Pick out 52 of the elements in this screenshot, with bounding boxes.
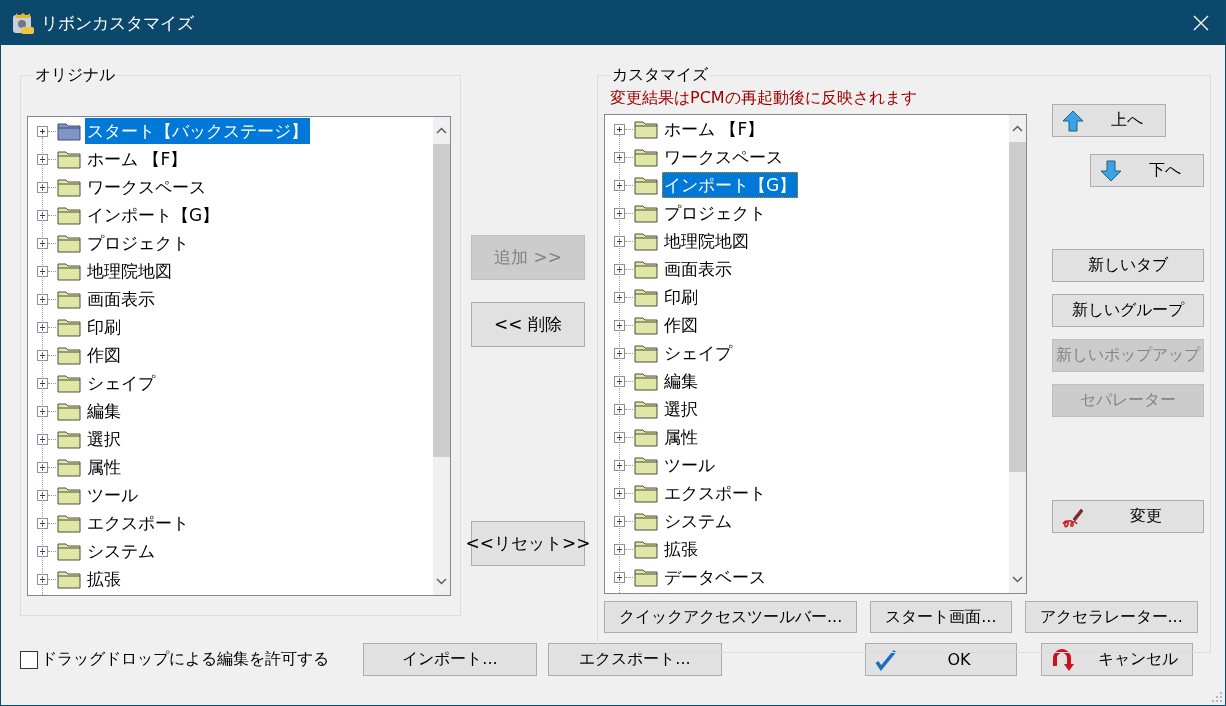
tree-item[interactable]: データベース xyxy=(662,564,768,590)
button[interactable]: スタート画面... xyxy=(870,601,1012,633)
button[interactable]: アクセラレーター... xyxy=(1024,601,1198,633)
tree-item[interactable]: インポート【G】 xyxy=(662,172,799,198)
button[interactable]: 新しいタブ xyxy=(1052,249,1204,282)
button[interactable]: 上へ xyxy=(1052,104,1166,137)
tree-item[interactable]: シェイプ xyxy=(85,370,157,396)
tree-item[interactable]: ワークスペース xyxy=(85,174,208,200)
group-title: カスタマイズ xyxy=(611,65,709,86)
button[interactable]: 下へ xyxy=(1090,154,1204,187)
button[interactable]: OK xyxy=(865,643,1017,676)
tree-item[interactable]: 選択 xyxy=(662,396,700,422)
tree-item[interactable]: スタート【バックステージ】 xyxy=(85,118,310,144)
button[interactable]: 新しいグループ xyxy=(1052,294,1204,327)
tree-item[interactable]: 作図 xyxy=(662,312,700,338)
tree-item[interactable]: ワークスペース xyxy=(662,144,785,170)
window-title: リボンカスタマイズ xyxy=(41,11,195,35)
tree-item[interactable]: エクスポート xyxy=(85,510,191,536)
tree-item[interactable]: 属性 xyxy=(85,454,123,480)
tree-item[interactable]: 属性 xyxy=(662,424,700,450)
tree-item[interactable]: ホーム 【F】 xyxy=(85,146,190,172)
tree-item[interactable]: 印刷 xyxy=(85,314,123,340)
checkbox-label: ドラッグドロップによる編集を許可する xyxy=(41,649,330,670)
button[interactable]: エクスポート... xyxy=(548,643,722,676)
tree-item[interactable]: 編集 xyxy=(662,368,700,394)
tree-item[interactable]: プロジェクト xyxy=(662,200,768,226)
tree-item[interactable]: エクスポート xyxy=(662,480,768,506)
button[interactable]: 変更 xyxy=(1052,500,1204,533)
tree-item[interactable]: 編集 xyxy=(85,398,123,424)
button[interactable]: << 削除 xyxy=(471,302,585,347)
tree-item[interactable]: 拡張 xyxy=(85,566,123,592)
tree-item[interactable]: 画面表示 xyxy=(662,256,734,282)
group-title: オリジナル xyxy=(34,65,116,86)
tree-item[interactable]: システム xyxy=(85,538,157,564)
button[interactable]: クイックアクセスツールバー... xyxy=(604,601,858,633)
tree-item[interactable]: 印刷 xyxy=(662,284,700,310)
button[interactable]: インポート... xyxy=(363,643,537,676)
tree-item[interactable]: 地理院地図 xyxy=(85,258,174,284)
tree-item[interactable]: 作図 xyxy=(85,342,123,368)
tree-item[interactable]: ツール xyxy=(662,452,717,478)
tree-item[interactable]: システム xyxy=(662,508,734,534)
tree-item[interactable]: 画面表示 xyxy=(85,286,157,312)
tree-item[interactable]: 選択 xyxy=(85,426,123,452)
tree-item[interactable]: ツール xyxy=(85,482,140,508)
tree-item[interactable]: インポート【G】 xyxy=(85,202,222,228)
notice-text: 変更結果はPCMの再起動後に反映されます xyxy=(610,88,918,108)
button[interactable]: キャンセル xyxy=(1041,643,1193,676)
tree-item[interactable]: ホーム 【F】 xyxy=(662,116,767,142)
tree-item[interactable]: シェイプ xyxy=(662,340,734,366)
tree-item[interactable]: プロジェクト xyxy=(85,230,191,256)
tree-item[interactable]: 拡張 xyxy=(662,536,700,562)
tree-item[interactable]: 地理院地図 xyxy=(662,228,751,254)
